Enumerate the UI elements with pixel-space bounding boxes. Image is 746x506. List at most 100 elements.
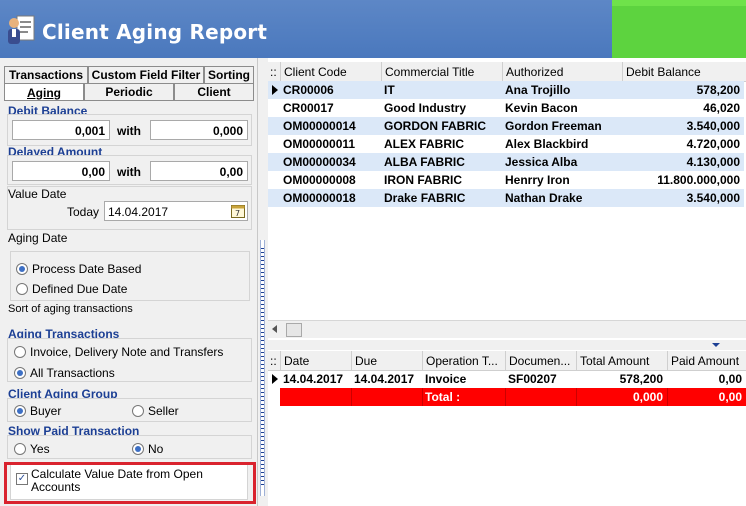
document-cell: SF00207 [508, 372, 557, 386]
authorized-cell: Alex Blackbird [505, 137, 589, 151]
col-client-code[interactable]: Client Code [280, 62, 381, 82]
col-due[interactable]: Due [351, 351, 422, 371]
total-amount-sum: 0,000 [632, 390, 663, 404]
title-bar-accent-strip [612, 0, 746, 6]
client-code-cell: OM00000014 [283, 119, 356, 133]
debit-balance-to-input[interactable]: 0,000 [150, 120, 248, 140]
due-cell: 14.04.2017 [354, 372, 415, 386]
commercial-title-cell: IT [384, 83, 395, 97]
show-paid-no-radio[interactable] [132, 443, 144, 455]
window-title: Client Aging Report [42, 20, 268, 44]
row-pointer-icon [272, 85, 278, 95]
divider-collapse-icon[interactable] [712, 343, 720, 347]
col-document[interactable]: Documen... [505, 351, 576, 371]
total-separator [505, 388, 506, 406]
client-code-cell: OM00000008 [283, 173, 356, 187]
commercial-title-cell: Drake FABRIC [384, 191, 466, 205]
tab-divider [4, 100, 254, 101]
col-authorized[interactable]: Authorized [502, 62, 622, 82]
calendar-icon[interactable]: 7 [231, 203, 245, 218]
commercial-title-cell: Good Industry [384, 101, 466, 115]
defined-due-date-radio[interactable] [16, 283, 28, 295]
authorized-cell: Kevin Bacon [505, 101, 578, 115]
scroll-thumb[interactable] [286, 323, 302, 337]
seller-label: Seller [148, 404, 179, 418]
buyer-label: Buyer [30, 404, 62, 418]
client-row[interactable]: OM00000008 IRON FABRIC Henrry Iron 11.80… [268, 171, 744, 189]
all-transactions-label: All Transactions [30, 366, 115, 380]
show-paid-yes-label: Yes [30, 442, 50, 456]
debit-balance-cell: 3.540,000 [686, 191, 740, 205]
col-date[interactable]: Date [280, 351, 351, 371]
show-paid-yes-radio[interactable] [14, 443, 26, 455]
today-label: Today [67, 205, 100, 219]
defined-due-date-label: Defined Due Date [32, 282, 128, 296]
client-code-cell: CR00006 [283, 83, 334, 97]
col-commercial-title[interactable]: Commercial Title [381, 62, 502, 82]
svg-text:7: 7 [235, 209, 240, 218]
process-date-based-radio[interactable] [16, 263, 28, 275]
col-total-amount[interactable]: Total Amount [576, 351, 667, 371]
row-pointer-icon [272, 374, 278, 384]
tab-sorting[interactable]: Sorting [204, 66, 254, 83]
clients-horizontal-scrollbar[interactable] [268, 320, 746, 338]
seller-radio[interactable] [132, 405, 144, 417]
col-operation-type[interactable]: Operation T... [422, 351, 505, 371]
clients-grid-header: :: Client Code Commercial Title Authoriz… [268, 62, 746, 82]
splitter-grip[interactable] [260, 240, 265, 496]
authorized-cell: Gordon Freeman [505, 119, 602, 133]
tab-transactions[interactable]: Transactions [4, 66, 88, 83]
value-date-label: Value Date [8, 187, 67, 201]
panel-splitter[interactable] [258, 58, 268, 506]
process-date-based-label: Process Date Based [32, 262, 142, 276]
commercial-title-cell: ALBA FABRIC [384, 155, 465, 169]
paid-amount-sum: 0,00 [718, 390, 742, 404]
transaction-row[interactable]: 14.04.2017 14.04.2017 Invoice SF00207 57… [268, 370, 746, 388]
delayed-amount-to-input[interactable]: 0,00 [150, 161, 248, 181]
title-bar-accent [612, 0, 746, 58]
tab-client[interactable]: Client [174, 83, 254, 100]
client-row[interactable]: OM00000034 ALBA FABRIC Jessica Alba 4.13… [268, 153, 744, 171]
authorized-cell: Jessica Alba [505, 155, 578, 169]
date-cell: 14.04.2017 [283, 372, 344, 386]
invoice-delivery-transfers-radio[interactable] [14, 346, 26, 358]
filter-panel: Transactions Custom Field Filter Sorting… [0, 58, 258, 506]
tab-row-top: Transactions Custom Field Filter Sorting [4, 66, 254, 83]
col-paid-amount[interactable]: Paid Amount [667, 351, 746, 371]
client-row[interactable]: OM00000018 Drake FABRIC Nathan Drake 3.5… [268, 189, 744, 207]
commercial-title-cell: GORDON FABRIC [384, 119, 486, 133]
client-code-cell: OM00000011 [283, 137, 356, 151]
delayed-amount-from-input[interactable]: 0,00 [12, 161, 110, 181]
authorized-cell: Ana Trojillo [505, 83, 571, 97]
debit-balance-cell: 578,200 [696, 83, 740, 97]
authorized-cell: Nathan Drake [505, 191, 583, 205]
tab-aging[interactable]: Aging [4, 83, 84, 101]
tab-custom-field-filter[interactable]: Custom Field Filter [88, 66, 204, 83]
scroll-left-icon[interactable] [272, 325, 277, 333]
commercial-title-cell: IRON FABRIC [384, 173, 462, 187]
paid-amount-cell: 0,00 [718, 372, 742, 386]
buyer-radio[interactable] [14, 405, 26, 417]
transactions-total-row: Total : 0,000 0,00 [280, 388, 746, 406]
clients-header-marker: :: [270, 65, 277, 79]
client-row[interactable]: CR00017 Good Industry Kevin Bacon 46,020 [268, 99, 744, 117]
debit-balance-cell: 3.540,000 [686, 119, 740, 133]
client-row[interactable]: CR00006 IT Ana Trojillo 578,200 [268, 81, 744, 99]
debit-balance-cell: 46,020 [703, 101, 740, 115]
tab-periodic[interactable]: Periodic [84, 83, 174, 100]
aging-note: Sort of aging transactions [8, 303, 133, 315]
authorized-cell: Henrry Iron [505, 173, 570, 187]
debit-balance-cell: 4.720,000 [686, 137, 740, 151]
commercial-title-cell: ALEX FABRIC [384, 137, 465, 151]
client-row[interactable]: OM00000014 GORDON FABRIC Gordon Freeman … [268, 117, 744, 135]
all-transactions-radio[interactable] [14, 367, 26, 379]
value-date-input[interactable]: 14.04.2017 [104, 201, 248, 221]
show-paid-no-label: No [148, 442, 164, 456]
client-row[interactable]: OM00000011 ALEX FABRIC Alex Blackbird 4.… [268, 135, 744, 153]
debit-balance-from-input[interactable]: 0,001 [12, 120, 110, 140]
debit-balance-cell: 11.800.000,000 [657, 173, 740, 187]
total-amount-cell: 578,200 [619, 372, 663, 386]
tab-row-bottom: Aging Periodic Client [4, 83, 254, 101]
grid-divider[interactable] [268, 340, 746, 350]
col-debit-balance[interactable]: Debit Balance [622, 62, 744, 82]
